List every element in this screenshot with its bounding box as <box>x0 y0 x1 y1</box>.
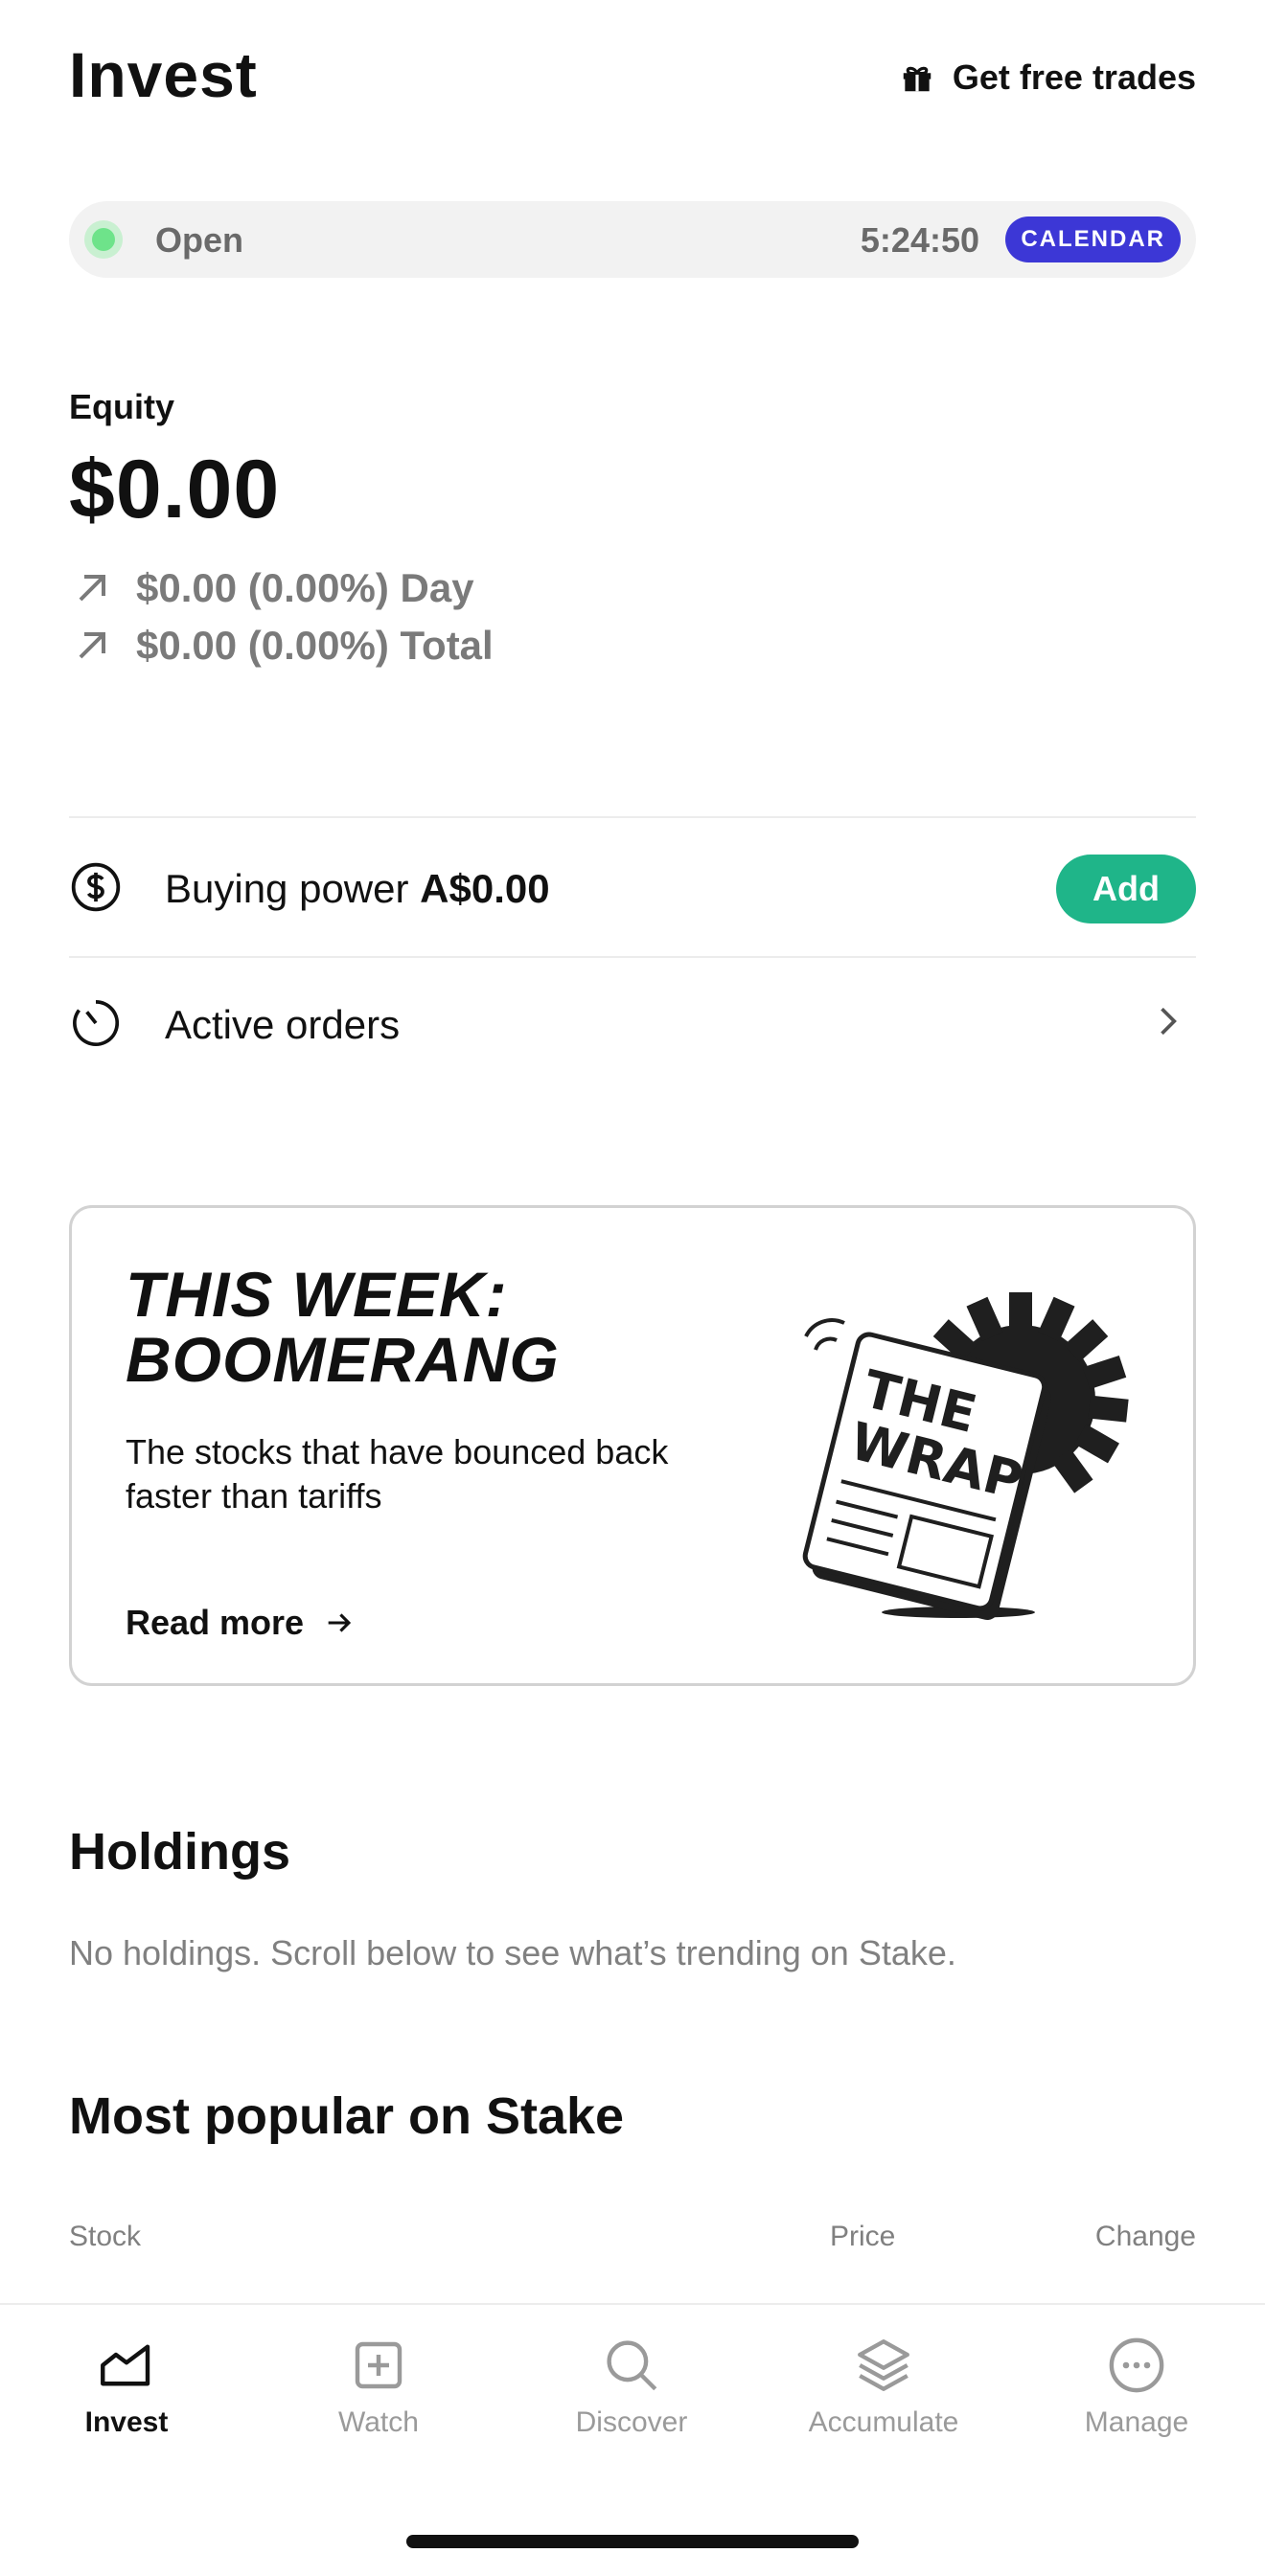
read-more-link[interactable]: Read more <box>126 1603 356 1643</box>
market-status-bar: Open 5:24:50 CALENDAR <box>69 201 1196 278</box>
column-header-stock[interactable]: Stock <box>69 2221 141 2253</box>
holdings-empty-text: No holdings. Scroll below to see what’s … <box>69 1933 956 1972</box>
more-circle-icon <box>1109 2337 1164 2393</box>
tab-accumulate[interactable]: Accumulate <box>778 2334 989 2439</box>
search-icon <box>607 2340 657 2391</box>
divider <box>69 816 1196 818</box>
buying-power-row: Buying power A$0.00 Add <box>69 820 1196 954</box>
calendar-button[interactable]: CALENDAR <box>1005 217 1181 262</box>
market-countdown: 5:24:50 <box>860 220 979 260</box>
equity-label: Equity <box>69 387 175 426</box>
equity-value: $0.00 <box>69 444 281 536</box>
holdings-title: Holdings <box>69 1823 290 1881</box>
arrow-right-icon <box>328 1613 352 1632</box>
get-free-trades-button[interactable]: Get free trades <box>899 57 1196 98</box>
chevron-right-icon <box>1161 1007 1177 1036</box>
tab-invest-label: Invest <box>84 2406 169 2438</box>
popular-title: Most popular on Stake <box>69 2087 625 2145</box>
tab-watch[interactable]: Watch <box>273 2334 484 2439</box>
promo-title: THIS WEEK: BOOMERANG <box>126 1259 560 1395</box>
tab-watch-label: Watch <box>338 2406 419 2438</box>
column-header-price[interactable]: Price <box>830 2221 895 2253</box>
tab-manage-label: Manage <box>1084 2406 1189 2438</box>
layers-icon <box>858 2339 909 2391</box>
tab-invest[interactable]: Invest <box>21 2334 232 2439</box>
home-indicator <box>406 2535 859 2548</box>
active-orders-row[interactable]: Active orders <box>69 958 1196 1092</box>
chart-line-icon <box>101 2344 150 2386</box>
header: Invest Get free trades <box>69 38 1196 115</box>
buying-power-text: Buying power A$0.00 <box>165 866 550 912</box>
market-open-indicator <box>84 220 123 259</box>
read-more-label: Read more <box>126 1603 305 1642</box>
get-free-trades-label: Get free trades <box>952 57 1196 97</box>
plus-square-icon <box>355 2341 402 2389</box>
day-change-text: $0.00 (0.00%) Day <box>136 565 474 610</box>
the-wrap-newspaper-illustration: THE WRAP <box>802 1292 1129 1621</box>
tab-accumulate-label: Accumulate <box>808 2406 959 2438</box>
tab-discover[interactable]: Discover <box>526 2334 737 2439</box>
arrow-up-right-icon <box>79 575 105 602</box>
dollar-circle-icon <box>71 862 121 912</box>
promo-card[interactable]: THIS WEEK: BOOMERANG The stocks that hav… <box>69 1205 1196 1686</box>
page-title: Invest <box>69 39 258 110</box>
invest-screen: Invest Get free trades Open 5:24:50 CALE… <box>0 0 1265 2576</box>
add-funds-button[interactable]: Add <box>1056 855 1196 923</box>
column-header-change[interactable]: Change <box>1095 2221 1196 2253</box>
buying-power-label: Buying power <box>165 866 409 911</box>
total-change-row: $0.00 (0.00%) Total <box>69 623 494 669</box>
timer-icon <box>73 999 120 1047</box>
market-status-text: Open <box>155 220 244 260</box>
active-orders-label: Active orders <box>165 1002 401 1047</box>
gift-icon <box>903 66 932 92</box>
day-change-row: $0.00 (0.00%) Day <box>69 565 474 611</box>
arrow-up-right-icon <box>79 632 105 659</box>
tab-manage[interactable]: Manage <box>1031 2334 1242 2439</box>
buying-power-value: A$0.00 <box>420 866 550 911</box>
total-change-text: $0.00 (0.00%) Total <box>136 623 494 668</box>
tab-discover-label: Discover <box>575 2406 688 2438</box>
promo-description: The stocks that have bounced back faster… <box>126 1432 669 1516</box>
